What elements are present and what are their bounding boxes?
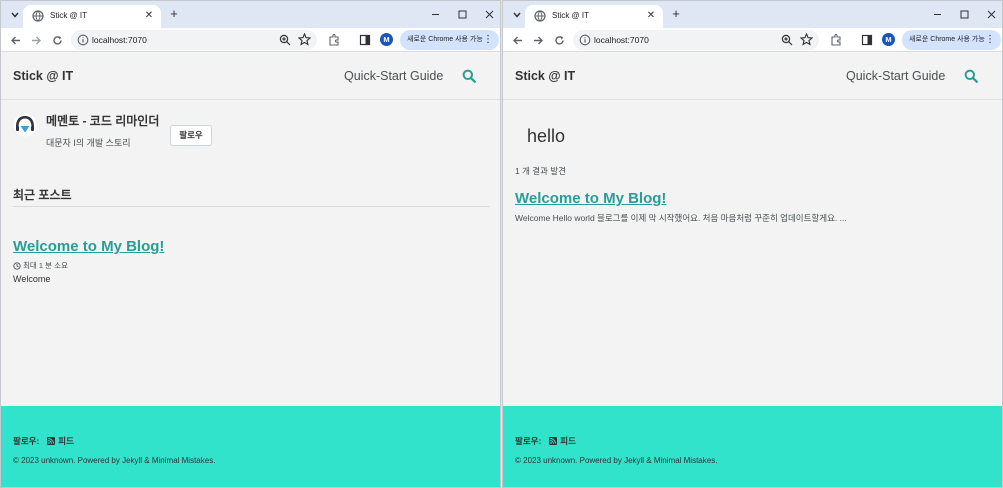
minimize-icon[interactable] [929, 6, 945, 22]
maximize-icon[interactable] [454, 6, 470, 22]
side-panel-icon[interactable] [860, 33, 874, 47]
tab-search-icon[interactable] [7, 7, 23, 23]
rss-icon [549, 437, 558, 445]
close-window-icon[interactable] [481, 6, 497, 22]
new-tab-icon[interactable]: + [167, 7, 181, 21]
recent-posts-title: 최근 포스트 [13, 188, 72, 202]
masthead: Stick @ IT Quick-Start Guide [1, 52, 500, 100]
maximize-icon[interactable] [956, 6, 972, 22]
feed-link[interactable]: 피드 [549, 435, 576, 447]
tab-title: Stick @ IT [552, 11, 590, 20]
page-search: Stick @ IT Quick-Start Guide hello 1 개 결… [503, 52, 1002, 487]
reload-icon[interactable] [551, 32, 567, 48]
extensions-icon[interactable] [327, 33, 341, 47]
tab-close-icon[interactable]: ✕ [645, 9, 657, 21]
address-toolbar: localhost:7070 M 새로운 Chrome 사용 가능 ⋮ [503, 28, 1002, 52]
desktop: Stick @ IT ✕ + localhost:7070 M 새로운 Chro… [0, 0, 1003, 488]
close-window-icon[interactable] [983, 6, 999, 22]
read-time-text: 최대 1 분 소요 [23, 261, 68, 270]
tab-title: Stick @ IT [50, 11, 88, 20]
section-divider [13, 206, 490, 207]
copyright-text: © 2023 unknown. Powered by Jekyll & Mini… [13, 456, 216, 465]
result-title-link[interactable]: Welcome to My Blog! [515, 190, 666, 207]
footer-follow-label: 팔로우: [515, 436, 542, 446]
clock-icon [13, 261, 21, 270]
author-avatar-icon [13, 113, 37, 137]
reload-icon[interactable] [49, 32, 65, 48]
tab-strip: Stick @ IT ✕ + [503, 1, 1002, 28]
side-panel-icon[interactable] [358, 33, 372, 47]
menu-dots-icon[interactable]: ⋮ [985, 34, 995, 46]
omnibox[interactable]: localhost:7070 [573, 30, 819, 50]
profile-avatar[interactable]: M [882, 33, 895, 46]
nav-quickstart-link[interactable]: Quick-Start Guide [344, 69, 443, 83]
bookmark-star-icon[interactable] [800, 33, 813, 46]
follow-button[interactable]: 팔로우 [170, 125, 212, 146]
site-footer: 팔로우: 피드 © 2023 unknown. Powered by Jekyl… [1, 406, 500, 487]
search-icon[interactable] [964, 69, 978, 83]
forward-icon[interactable] [530, 32, 546, 48]
url-text: localhost:7070 [594, 35, 649, 45]
masthead: Stick @ IT Quick-Start Guide [503, 52, 1002, 100]
post-excerpt: Welcome [13, 274, 51, 284]
new-tab-icon[interactable]: + [669, 7, 683, 21]
author-bio: 대문자 I의 개발 스토리 [46, 138, 131, 148]
url-text: localhost:7070 [92, 35, 147, 45]
results-count: 1 개 결과 발견 [515, 166, 566, 176]
minimize-icon[interactable] [427, 6, 443, 22]
omnibox[interactable]: localhost:7070 [71, 30, 317, 50]
post-title-link[interactable]: Welcome to My Blog! [13, 238, 164, 255]
browser-window-search: Stick @ IT ✕ + localhost:7070 M 새로운 Chro… [502, 0, 1003, 488]
back-icon[interactable] [509, 32, 525, 48]
favicon-icon [32, 10, 44, 22]
page-home: Stick @ IT Quick-Start Guide 메멘토 - 코드 리마… [1, 52, 500, 487]
bookmark-star-icon[interactable] [298, 33, 311, 46]
forward-icon[interactable] [28, 32, 44, 48]
read-time: 최대 1 분 소요 [13, 260, 68, 271]
nav-quickstart-link[interactable]: Quick-Start Guide [846, 69, 945, 83]
search-icon[interactable] [462, 69, 476, 83]
site-info-icon[interactable] [579, 34, 591, 46]
site-info-icon[interactable] [77, 34, 89, 46]
zoom-icon[interactable] [279, 34, 291, 46]
browser-tab[interactable]: Stick @ IT ✕ [23, 5, 161, 28]
tab-strip: Stick @ IT ✕ + [1, 1, 500, 28]
author-name: 메멘토 - 코드 리마인더 [46, 114, 160, 128]
tab-close-icon[interactable]: ✕ [143, 9, 155, 21]
site-footer: 팔로우: 피드 © 2023 unknown. Powered by Jekyl… [503, 406, 1002, 487]
browser-window-home: Stick @ IT ✕ + localhost:7070 M 새로운 Chro… [0, 0, 501, 488]
profile-avatar[interactable]: M [380, 33, 393, 46]
rss-icon [47, 437, 56, 445]
zoom-icon[interactable] [781, 34, 793, 46]
footer-follow: 팔로우: 피드 [13, 435, 74, 447]
favicon-icon [534, 10, 546, 22]
back-icon[interactable] [7, 32, 23, 48]
update-chip-label: 새로운 Chrome 사용 가능 [407, 36, 483, 43]
browser-tab[interactable]: Stick @ IT ✕ [525, 5, 663, 28]
site-title[interactable]: Stick @ IT [13, 69, 73, 83]
menu-dots-icon[interactable]: ⋮ [483, 34, 493, 46]
result-excerpt: Welcome Hello world 블로그를 이제 막 시작했어요. 처음 … [515, 213, 847, 223]
site-title[interactable]: Stick @ IT [515, 69, 575, 83]
feed-label: 피드 [58, 436, 74, 446]
extensions-icon[interactable] [829, 33, 843, 47]
chrome-update-chip[interactable]: 새로운 Chrome 사용 가능 ⋮ [400, 30, 499, 50]
search-query-input[interactable]: hello [527, 126, 565, 147]
tab-search-icon[interactable] [509, 7, 525, 23]
feed-label: 피드 [560, 436, 576, 446]
copyright-text: © 2023 unknown. Powered by Jekyll & Mini… [515, 456, 718, 465]
update-chip-label: 새로운 Chrome 사용 가능 [909, 36, 985, 43]
feed-link[interactable]: 피드 [47, 435, 74, 447]
footer-follow-label: 팔로우: [13, 436, 40, 446]
chrome-update-chip[interactable]: 새로운 Chrome 사용 가능 ⋮ [902, 30, 1001, 50]
footer-follow: 팔로우: 피드 [515, 435, 576, 447]
address-toolbar: localhost:7070 M 새로운 Chrome 사용 가능 ⋮ [1, 28, 500, 52]
